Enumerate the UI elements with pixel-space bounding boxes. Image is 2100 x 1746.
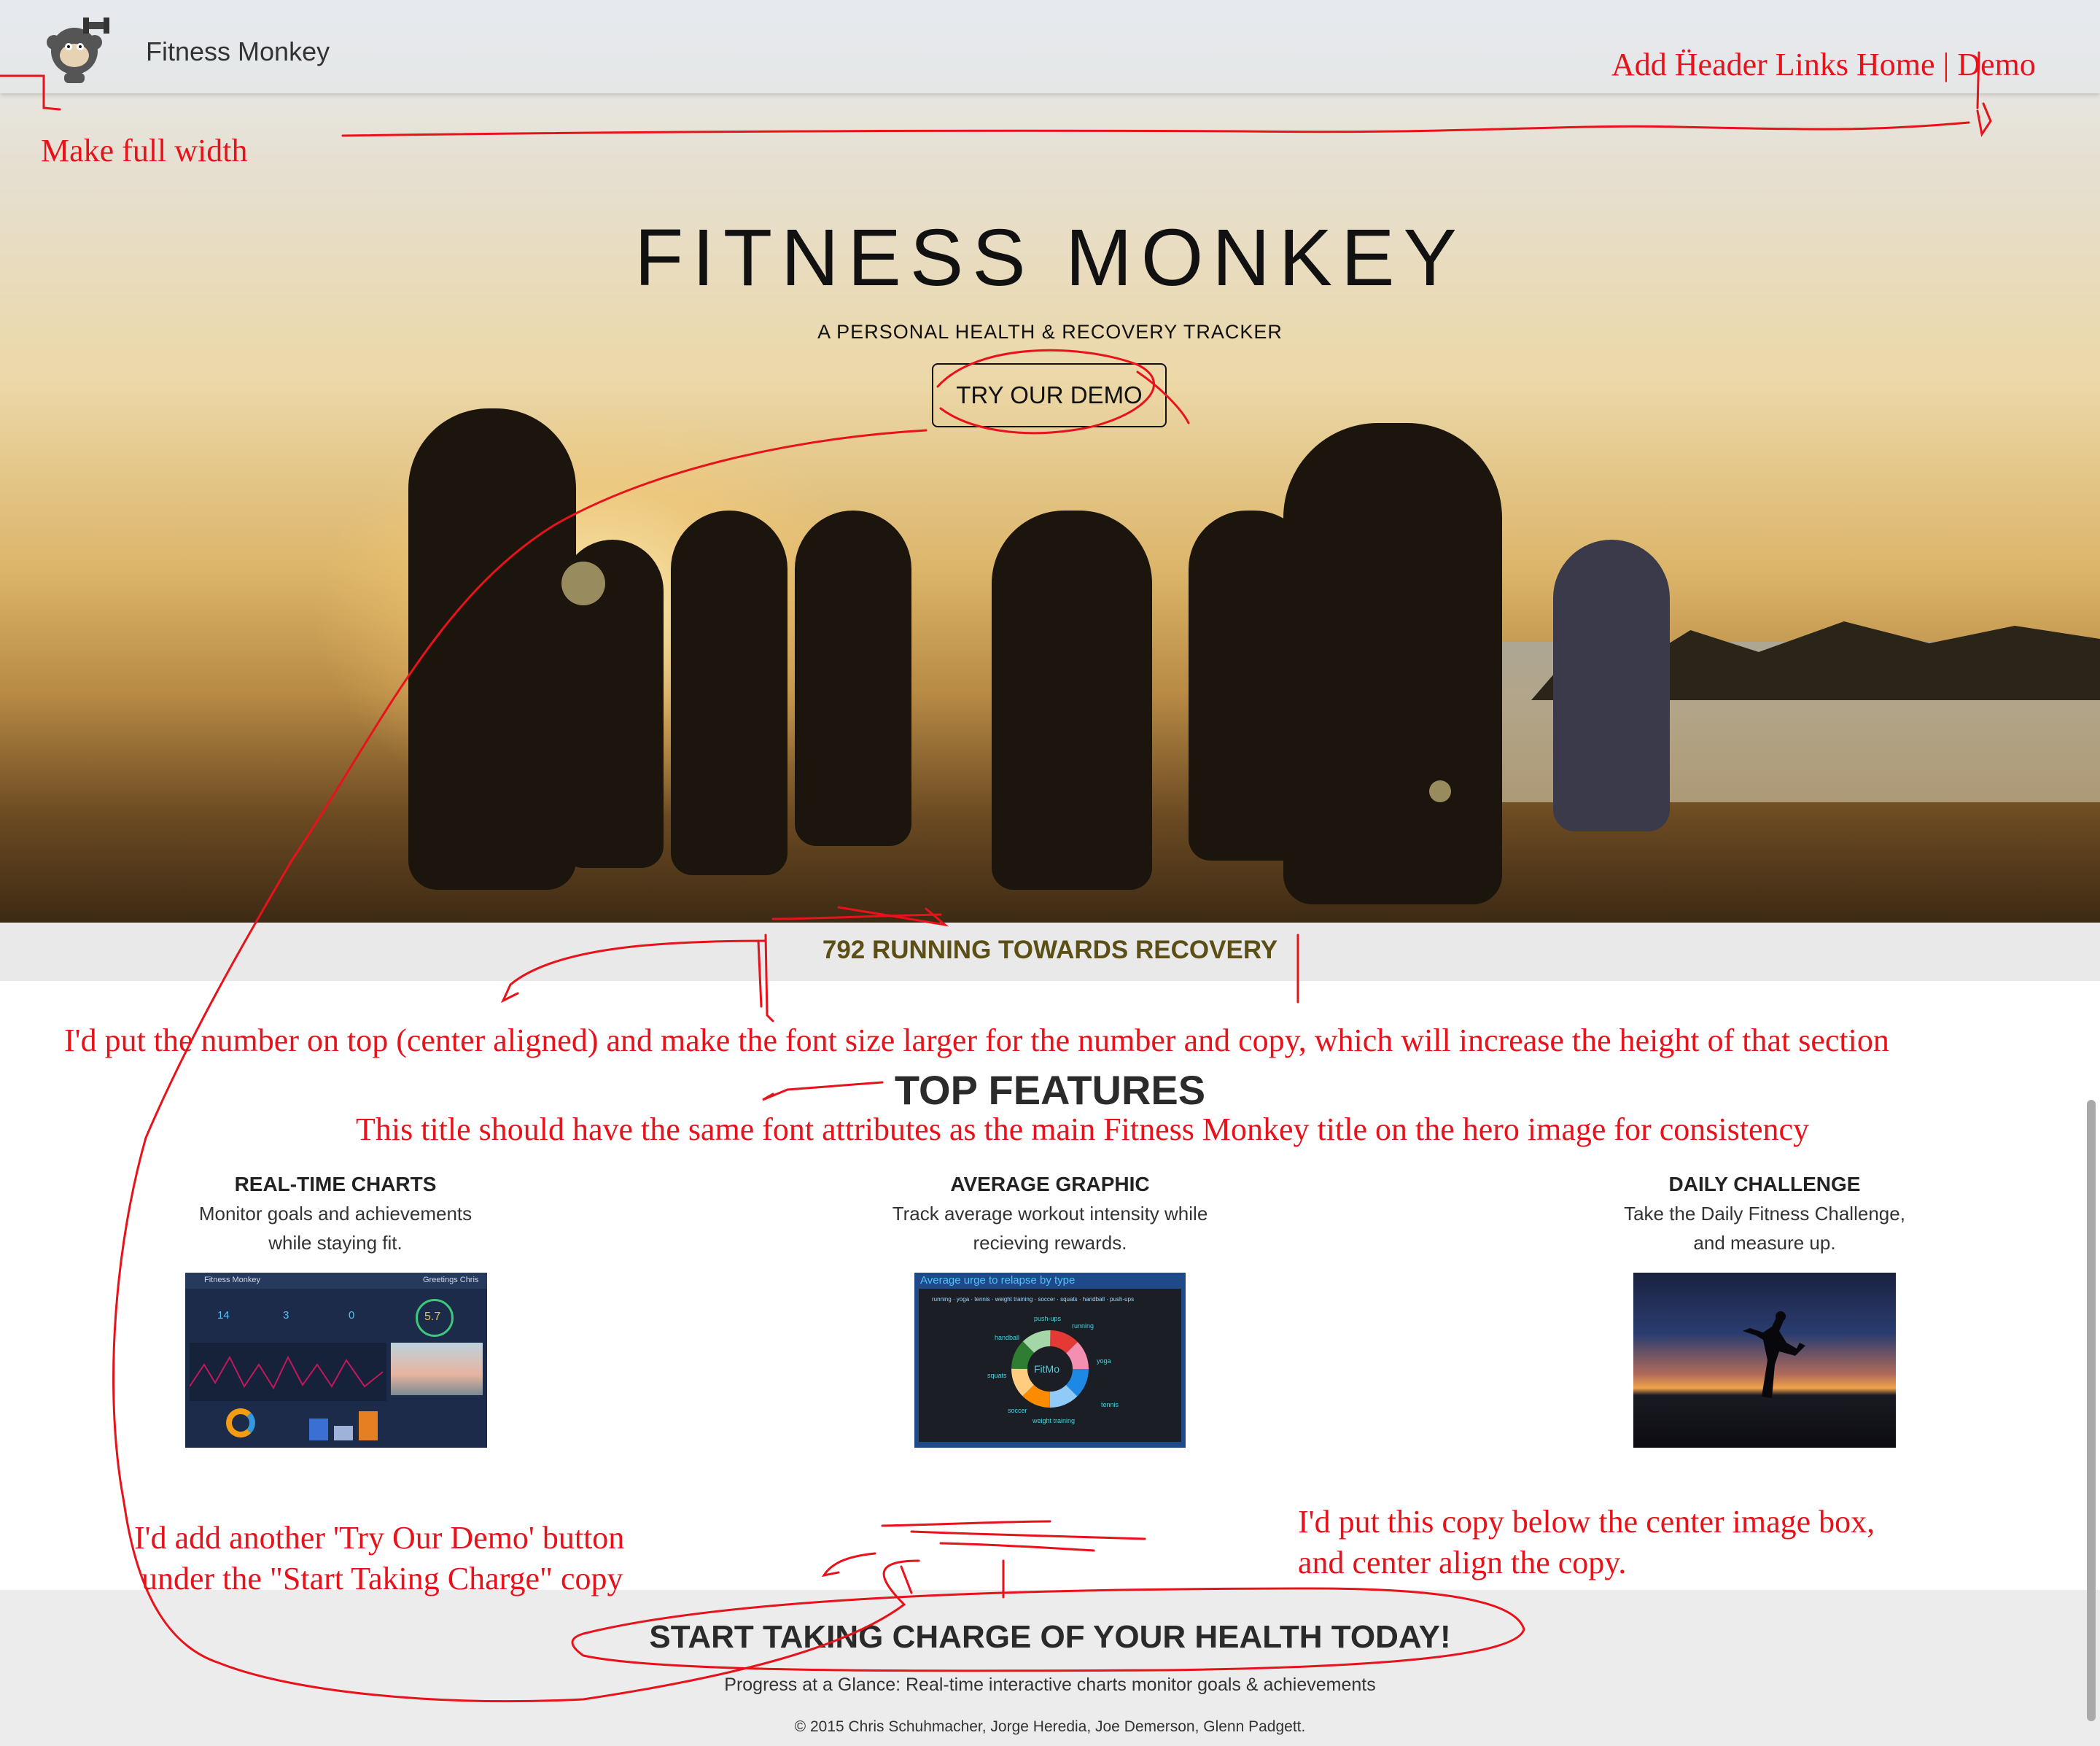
dashboard-stat: 3 [283,1309,289,1322]
feature-description: Monitor goals and achievements while sta… [198,1203,472,1254]
hero-title: FITNESS MONKEY [634,213,1466,303]
legend-item: running [932,1296,952,1303]
donut-label: running [1072,1322,1094,1330]
dashboard-donut [226,1408,255,1437]
donut-title: Average urge to relapse by type [920,1274,1076,1287]
dashboard-app-name: Fitness Monkey [204,1276,261,1284]
cta-band: START TAKING CHARGE OF YOUR HEALTH TODAY… [0,1590,2100,1746]
legend-item: tennis [974,1296,990,1303]
legend-item: soccer [1038,1296,1055,1303]
feature-realtime-charts: REAL-TIME CHARTS Monitor goals and achie… [109,1170,561,1257]
runner-silhouette [1283,423,1502,904]
feature-average-graphic: AVERAGE GRAPHIC Track average workout in… [824,1170,1276,1257]
donut-label: squats [987,1372,1007,1379]
donut-label: push-ups [1034,1315,1062,1322]
runner-silhouette [408,408,576,890]
donut-center: FitMo [1034,1363,1059,1375]
hero-subtitle: A PERSONAL HEALTH & RECOVERY TRACKER [817,321,1283,343]
yoga-silhouette [1743,1311,1805,1398]
cta-title: START TAKING CHARGE OF YOUR HEALTH TODAY… [649,1619,1451,1655]
features-title: TOP FEATURES [894,1067,1206,1113]
legend-item: yoga [956,1296,970,1303]
legend-item: handball [1082,1296,1105,1303]
runner-silhouette [1553,540,1670,831]
annotation-counter: I'd put the number on top (center aligne… [64,1023,1889,1058]
feature-description: Take the Daily Fitness Challenge, and me… [1624,1203,1905,1254]
hero-image [0,0,2100,923]
annotation-demo-1: I'd add another 'Try Our Demo' button [134,1520,625,1556]
yoga-sunset-photo [1633,1273,1896,1448]
donut-label: soccer [1008,1407,1027,1414]
recovery-counter: 792 RUNNING TOWARDS RECOVERY [822,936,1278,964]
legend-item: push-ups [1110,1296,1135,1303]
dashboard-screenshot: Fitness Monkey Greetings Chris 14 3 0 5.… [185,1273,487,1448]
dashboard-greeting: Greetings Chris [423,1276,479,1284]
feature-title: REAL-TIME CHARTS [234,1173,437,1195]
dashboard-stat: 0 [349,1309,355,1322]
annotation-demo-2: under the "Start Taking Charge" copy [141,1561,623,1596]
try-demo-button[interactable]: TRY OUR DEMO [932,363,1167,427]
annotation-full-width: Make full width [41,133,248,168]
annotation-header-links: Add Ḧeader Links Home | Demo [1611,47,2036,82]
donut-label: yoga [1097,1357,1111,1365]
annotation-title: This title should have the same font att… [356,1111,1810,1147]
donut-screenshot: Average urge to relapse by type running … [914,1273,1186,1448]
donut-legend: running · yoga · tennis · weight trainin… [932,1296,1135,1303]
dashboard-line-chart [190,1343,386,1401]
brand-name[interactable]: Fitness Monkey [146,36,330,67]
feature-daily-challenge: DAILY CHALLENGE Take the Daily Fitness C… [1539,1170,1991,1257]
annotation-copy-1: I'd put this copy below the center image… [1298,1504,1875,1540]
runner-silhouette [992,511,1152,890]
monkey-dumbbell-icon[interactable] [38,13,111,86]
dashboard-bar [309,1419,328,1440]
dashboard-gauge-value: 5.7 [424,1311,441,1323]
runner-silhouette [795,511,911,846]
lens-flare [1429,780,1451,802]
legend-item: squats [1060,1296,1078,1303]
dashboard-bar [359,1411,378,1440]
donut-label: handball [995,1334,1020,1341]
legend-item: weight training [995,1296,1033,1303]
annotation-copy-2: and center align the copy. [1298,1545,1627,1580]
lens-flare [561,562,605,605]
cta-subtitle: Progress at a Glance: Real-time interact… [724,1675,1376,1695]
page-scrollbar[interactable] [2087,1100,2096,1721]
counter-band: 792 RUNNING TOWARDS RECOVERY [0,923,2100,981]
feature-description: Track average workout intensity while re… [892,1203,1208,1254]
dashboard-bar [334,1426,353,1440]
copyright: © 2015 Chris Schuhmacher, Jorge Heredia,… [794,1718,1306,1735]
dashboard-stat: 14 [217,1309,230,1322]
feature-title: DAILY CHALLENGE [1668,1173,1861,1195]
donut-label: tennis [1101,1401,1119,1408]
feature-title: AVERAGE GRAPHIC [950,1173,1150,1195]
runner-silhouette [671,511,788,875]
donut-label: weight training [1032,1417,1076,1424]
dashboard-photo [391,1343,483,1395]
